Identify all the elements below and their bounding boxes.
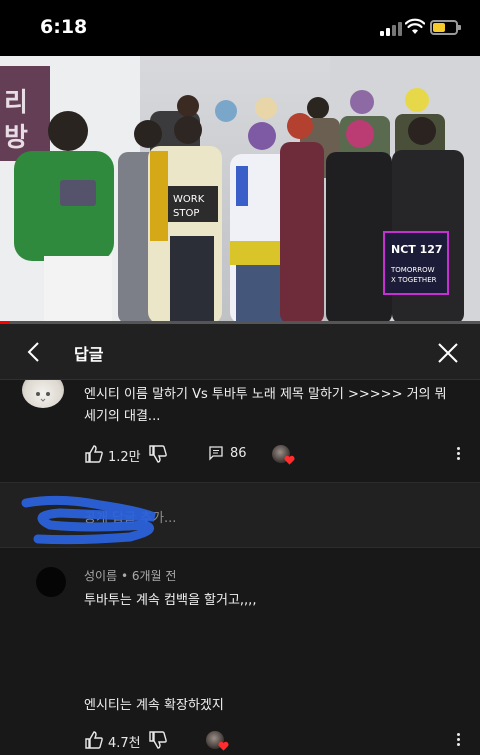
thumbs-down-icon[interactable] [148,730,168,750]
scribble-overlay [21,495,156,545]
sign-line-1: NCT 127 [391,243,443,256]
sign-line-3: X TOGETHER [391,276,437,284]
like-count: 1.2만 [108,450,141,465]
sign-line-2: TOMORROW [390,266,435,274]
svg-text:방: 방 [4,123,28,153]
replies-header: 답글 [0,324,480,380]
svg-text:WORK: WORK [173,194,205,205]
more-options-icon[interactable] [457,733,461,747]
thumbs-up-icon[interactable] [84,444,104,464]
reply-actions: 4.7천 [84,730,464,754]
heart-icon [218,741,229,751]
parent-comment: 엔시티 이름 말하기 Vs 투바투 노래 제목 말하기 >>>>> 거의 뭐 세… [0,380,480,482]
video-frame: 리 방 WORK STOP NCT 127 TOMORROW X TOGETHE… [0,56,480,324]
comment-actions: 1.2만 86 [84,444,464,468]
svg-text:STOP: STOP [173,208,199,219]
reply-count: 86 [230,446,247,461]
avatar[interactable] [22,380,64,408]
comment-icon[interactable] [208,445,224,461]
avatar[interactable] [36,567,66,597]
reply-author[interactable]: 성이름 [84,569,117,583]
like-count: 4.7천 [108,736,141,751]
thumbs-down-icon[interactable] [148,444,168,464]
status-time: 6:18 [40,16,88,38]
thumbs-up-icon[interactable] [84,730,104,750]
reply-text-line-2: 엔시티는 계속 확장하겠지 [84,698,224,713]
back-arrow-icon[interactable] [22,340,46,364]
close-icon[interactable] [436,341,460,365]
status-bar: 6:18 [0,0,480,56]
reply-text-line-1: 투바투는 계속 컴백을 할거고,,,, [84,593,257,608]
add-reply-box[interactable]: 공개 답글 추가... [0,482,480,548]
video-player[interactable]: 리 방 WORK STOP NCT 127 TOMORROW X TOGETHE… [0,56,480,324]
battery-icon [430,20,461,35]
reply-thread: 엔시티 이름 말하기 Vs 투바투 노래 제목 말하기 >>>>> 거의 뭐 세… [0,380,480,755]
comment-text: 엔시티 이름 말하기 Vs 투바투 노래 제목 말하기 >>>>> 거의 뭐 세… [84,387,447,424]
more-options-icon[interactable] [457,447,461,461]
page-title: 답글 [74,345,104,364]
reply-time: 6개월 전 [131,569,177,583]
wifi-icon [405,18,425,34]
heart-icon [284,455,295,465]
reply-comment: 성이름 • 6개월 전 투바투는 계속 컴백을 할거고,,,, 엔시티는 계속 … [0,548,480,755]
reply-meta: 성이름 • 6개월 전 [84,569,177,583]
cellular-signal-icon [380,22,402,36]
svg-text:리: 리 [4,88,28,118]
